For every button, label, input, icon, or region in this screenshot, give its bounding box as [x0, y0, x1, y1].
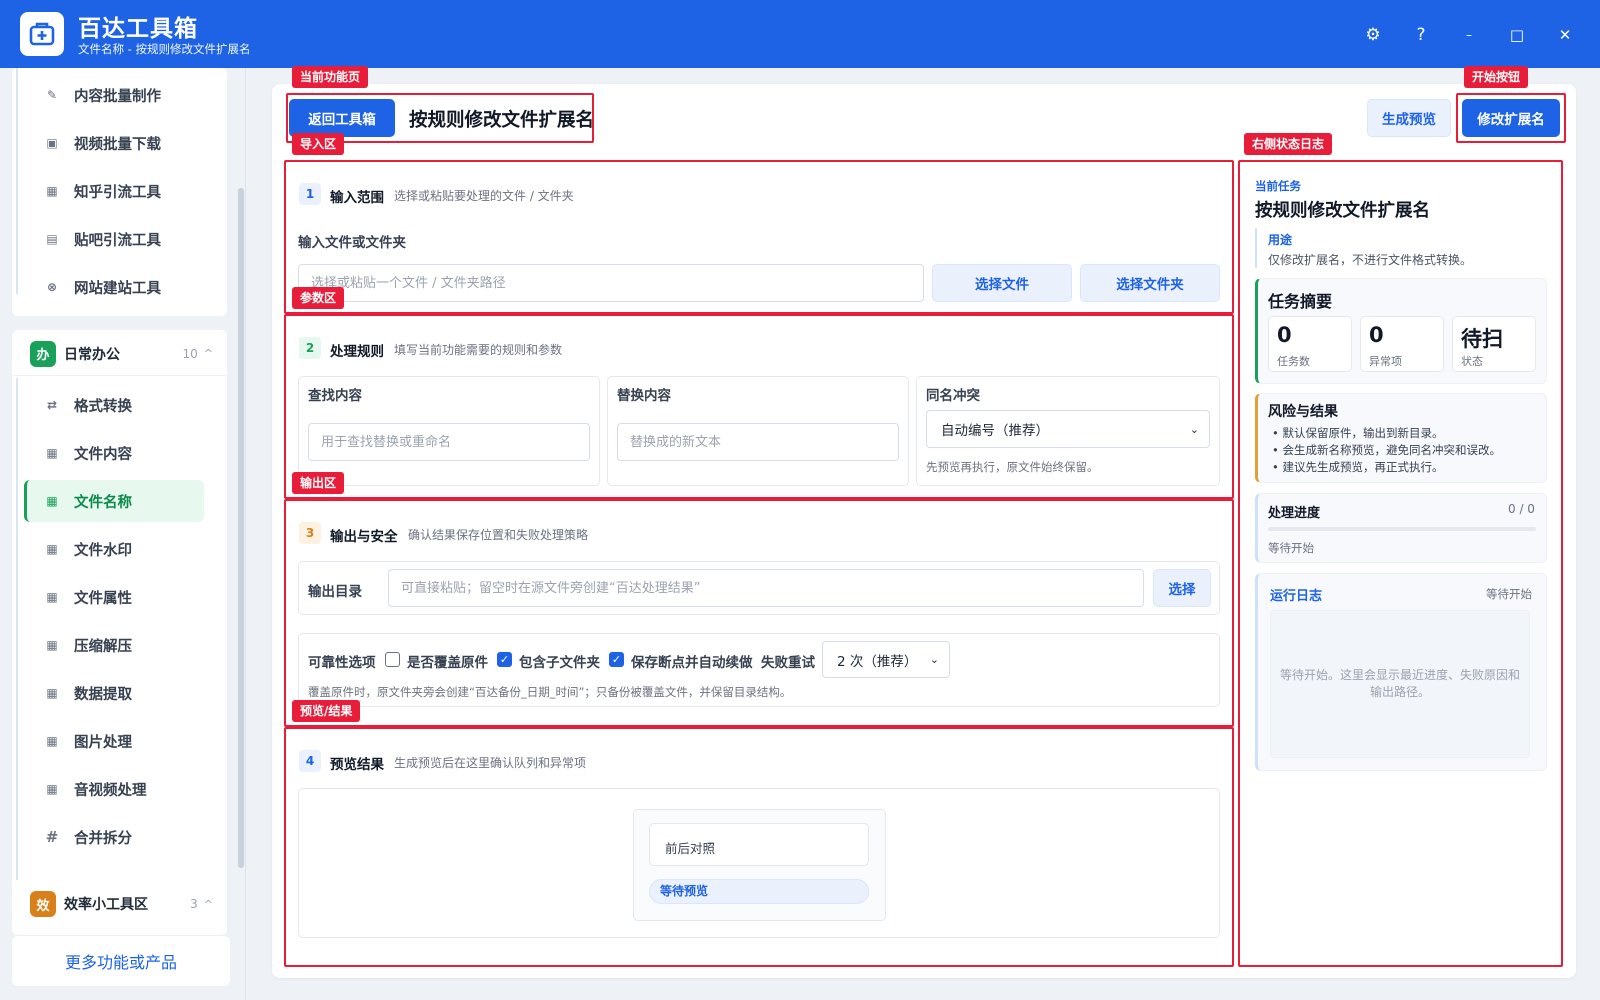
- group-title: 效率小工具区: [64, 897, 148, 913]
- grid-icon: ▦: [46, 782, 58, 796]
- group-count: 3: [190, 897, 198, 911]
- chevron-up-icon[interactable]: ^: [204, 898, 213, 911]
- annotation-frame-params: [284, 314, 1234, 499]
- generate-preview-button[interactable]: 生成预览: [1367, 99, 1451, 137]
- more-features-button[interactable]: 更多功能或产品: [12, 936, 230, 986]
- annotation-frame-start-button: [1456, 93, 1566, 143]
- minimize-icon[interactable]: –: [1454, 20, 1484, 50]
- edit-icon: ✎: [46, 88, 58, 102]
- toolbox-logo-icon: [20, 12, 64, 56]
- sidebar-item-data-extract[interactable]: ▦ 数据提取: [24, 672, 204, 714]
- app-title: 百达工具箱: [78, 16, 198, 42]
- sidebar-item-tieba[interactable]: ▤ 贴吧引流工具: [24, 218, 204, 260]
- grid-icon: ▦: [46, 542, 58, 556]
- maximize-icon[interactable]: □: [1502, 20, 1532, 50]
- app-subtitle: 文件名称 - 按规则修改文件扩展名: [78, 42, 251, 56]
- grid-icon: ▦: [46, 446, 58, 460]
- chevron-up-icon[interactable]: ^: [204, 347, 213, 360]
- sidebar-item-label: 压缩解压: [74, 638, 132, 655]
- sidebar-item-content-batch[interactable]: ✎ 内容批量制作: [24, 74, 204, 116]
- annotation-current-page: 当前功能页: [292, 66, 369, 88]
- sidebar-item-file-watermark[interactable]: ▦ 文件水印: [24, 528, 204, 570]
- annotation-start-button: 开始按钮: [1464, 66, 1529, 88]
- grid-icon: ▦: [46, 734, 58, 748]
- sidebar: ✎ 内容批量制作 ▣ 视频批量下载 ▦ 知乎引流工具 ▤ 贴吧引流工具 ⊗ 网站…: [0, 68, 246, 1000]
- grid-icon: ▦: [46, 494, 58, 508]
- website-icon: ⊗: [46, 280, 58, 294]
- video-icon: ▣: [46, 136, 58, 150]
- annotation-import-area: 导入区: [292, 133, 345, 155]
- settings-icon[interactable]: ⚙: [1358, 20, 1388, 50]
- sidebar-item-label: 合并拆分: [74, 830, 132, 847]
- help-icon[interactable]: ?: [1406, 20, 1436, 50]
- group-title: 日常办公: [64, 346, 120, 363]
- sidebar-item-audio-video[interactable]: ▦ 音视频处理: [24, 768, 204, 810]
- sidebar-item-label: 贴吧引流工具: [74, 232, 161, 249]
- sidebar-item-file-name[interactable]: ▦ 文件名称: [24, 480, 204, 522]
- sidebar-item-label: 内容批量制作: [74, 88, 161, 105]
- group-header-office[interactable]: 办 日常办公 10 ^: [12, 332, 227, 376]
- grid-icon: ▦: [46, 638, 58, 652]
- group-header-efficiency[interactable]: 效 效率小工具区 3 ^: [12, 882, 227, 926]
- sidebar-item-website[interactable]: ⊗ 网站建站工具: [24, 266, 204, 308]
- sidebar-item-image[interactable]: ▦ 图片处理: [24, 720, 204, 762]
- sidebar-item-label: 格式转换: [74, 398, 132, 415]
- sidebar-item-label: 数据提取: [74, 686, 132, 703]
- zhihu-icon: ▦: [46, 184, 58, 198]
- close-icon[interactable]: ✕: [1550, 20, 1580, 50]
- sidebar-item-label: 知乎引流工具: [74, 184, 161, 201]
- efficiency-badge: 效: [30, 891, 56, 917]
- title-bar: 百达工具箱 文件名称 - 按规则修改文件扩展名 ⚙ ? – □ ✕: [0, 0, 1600, 68]
- sidebar-item-video-download[interactable]: ▣ 视频批量下载: [24, 122, 204, 164]
- grid-icon: ▦: [46, 590, 58, 604]
- annotation-frame-preview: [284, 727, 1234, 967]
- annotation-frame-right-log: [1238, 160, 1563, 967]
- tieba-icon: ▤: [46, 232, 58, 246]
- sidebar-scrollbar[interactable]: [238, 188, 244, 868]
- grid-icon: ▦: [46, 686, 58, 700]
- sidebar-item-label: 文件名称: [74, 494, 132, 511]
- sidebar-item-file-attributes[interactable]: ▦ 文件属性: [24, 576, 204, 618]
- sidebar-tree-line: [16, 378, 18, 918]
- sidebar-item-merge-split[interactable]: # 合并拆分: [24, 816, 204, 858]
- annotation-output-area: 输出区: [292, 472, 345, 494]
- annotation-param-area: 参数区: [292, 287, 345, 309]
- hash-icon: #: [45, 828, 59, 846]
- sidebar-item-label: 图片处理: [74, 734, 132, 751]
- office-badge: 办: [30, 340, 56, 367]
- sidebar-item-label: 文件水印: [74, 542, 132, 559]
- annotation-frame-output: [284, 499, 1234, 727]
- sidebar-item-compress[interactable]: ▦ 压缩解压: [24, 624, 204, 666]
- sidebar-item-file-content[interactable]: ▦ 文件内容: [24, 432, 204, 474]
- annotation-preview-area: 预览/结果: [292, 700, 361, 722]
- annotation-right-log: 右侧状态日志: [1244, 133, 1333, 155]
- sidebar-item-label: 文件属性: [74, 590, 132, 607]
- sidebar-item-label: 网站建站工具: [74, 280, 161, 297]
- sidebar-item-format-convert[interactable]: ⇄ 格式转换: [24, 384, 204, 426]
- sidebar-item-zhihu[interactable]: ▦ 知乎引流工具: [24, 170, 204, 212]
- group-count: 10: [182, 346, 198, 361]
- annotation-frame-import: [284, 160, 1234, 314]
- sidebar-tree-line: [16, 68, 18, 294]
- sidebar-item-label: 音视频处理: [74, 782, 147, 799]
- swap-icon: ⇄: [46, 398, 58, 412]
- sidebar-item-label: 视频批量下载: [74, 136, 161, 153]
- sidebar-item-label: 文件内容: [74, 446, 132, 463]
